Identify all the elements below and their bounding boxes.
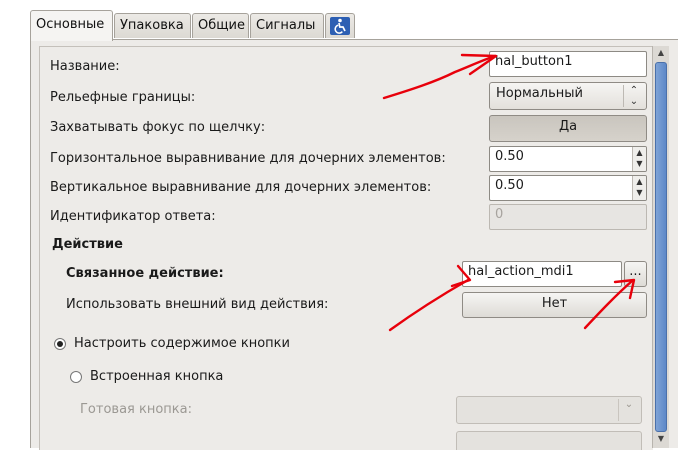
relief-value: Нормальный <box>496 86 583 101</box>
related-action-entry[interactable]: hal_action_mdi1 <box>462 261 622 287</box>
relief-label: Рельефные границы: <box>50 90 196 105</box>
focus-toggle-value: Да <box>558 119 578 134</box>
focus-toggle-button[interactable]: Да <box>489 115 647 142</box>
tab-basic-label: Основные <box>36 17 105 32</box>
vertical-scrollbar[interactable]: ▲ ▼ <box>652 46 669 448</box>
stock-button-combo-2 <box>456 431 642 450</box>
browse-action-button[interactable]: ... <box>624 261 647 287</box>
relief-combo[interactable]: Нормальный ⌃ ⌄ <box>489 82 647 110</box>
halign-label: Горизонтальное выравнивание для дочерних… <box>50 151 446 166</box>
tab-packing-label: Упаковка <box>120 18 184 33</box>
scrollbar-thumb[interactable] <box>655 62 667 432</box>
tab-accessibility[interactable] <box>325 13 355 38</box>
halign-spin[interactable]: 0.50 ▲ ▼ <box>489 146 647 172</box>
tab-common-label: Общие <box>198 18 245 33</box>
name-entry[interactable]: hal_button1 <box>489 51 647 77</box>
configure-content-radio[interactable] <box>54 338 66 350</box>
browse-action-label: ... <box>629 264 642 279</box>
combo-arrows-icon: ⌃ ⌄ <box>623 85 644 107</box>
properties-scroll-area: Название: hal_button1 Рельефные границы:… <box>39 46 653 450</box>
accessibility-icon <box>330 17 350 35</box>
action-section-title: Действие <box>52 237 123 252</box>
scroll-up-icon[interactable]: ▲ <box>655 48 667 60</box>
valign-spin[interactable]: 0.50 ▲ ▼ <box>489 175 647 201</box>
builtin-button-radio[interactable] <box>70 371 82 383</box>
stock-button-label: Готовая кнопка: <box>80 402 192 417</box>
spin-arrows-icon[interactable]: ▲ ▼ <box>632 176 646 200</box>
related-action-label: Связанное действие: <box>66 266 224 281</box>
halign-value: 0.50 <box>495 149 524 164</box>
focus-label: Захватывать фокус по щелчку: <box>50 120 266 135</box>
name-label: Название: <box>50 59 120 74</box>
tab-signals-label: Сигналы <box>256 18 316 33</box>
response-value: 0 <box>495 207 504 222</box>
tab-packing[interactable]: Упаковка <box>114 13 191 38</box>
tab-basic[interactable]: Основные <box>30 10 113 41</box>
tab-common[interactable]: Общие <box>192 13 249 38</box>
use-appearance-value: Нет <box>541 296 568 311</box>
properties-panel: Название: hal_button1 Рельефные границы:… <box>30 39 678 450</box>
response-spin: 0 <box>489 204 647 230</box>
chevron-down-icon: ⌄ <box>618 399 639 421</box>
use-appearance-toggle[interactable]: Нет <box>462 292 647 318</box>
valign-value: 0.50 <box>495 178 524 193</box>
tab-signals[interactable]: Сигналы <box>250 13 324 38</box>
builtin-button-label: Встроенная кнопка <box>90 369 224 384</box>
response-label: Идентификатор ответа: <box>50 209 216 224</box>
valign-label: Вертикальное выравнивание для дочерних э… <box>50 180 432 195</box>
scroll-down-icon[interactable]: ▼ <box>655 434 667 446</box>
use-appearance-label: Использовать внешний вид действия: <box>66 297 329 312</box>
stock-button-combo: ⌄ <box>456 396 642 424</box>
spin-arrows-icon[interactable]: ▲ ▼ <box>632 147 646 171</box>
configure-content-label: Настроить содержимое кнопки <box>74 336 290 351</box>
